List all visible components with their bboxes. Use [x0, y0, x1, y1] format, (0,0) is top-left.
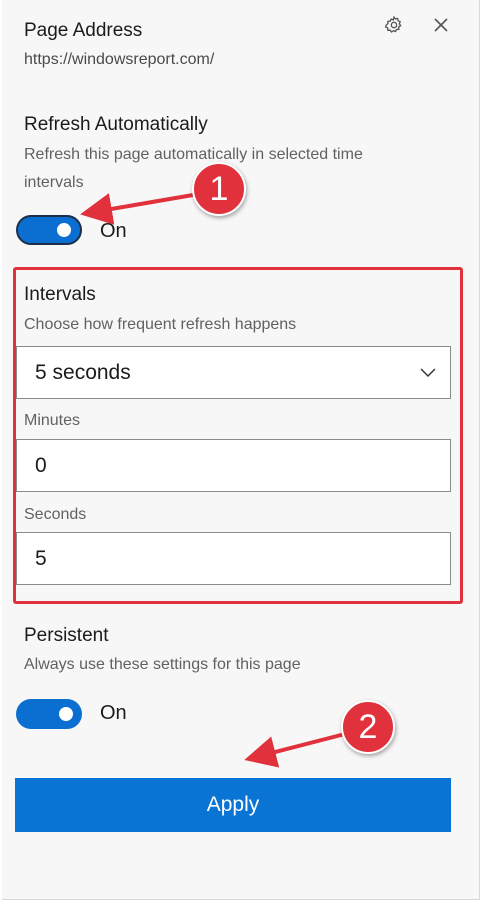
annotation-badge-2: 2 [341, 700, 395, 754]
annotation-arrows [80, 193, 346, 768]
annotation-arrow-1 [80, 193, 194, 225]
annotation-badge-1: 1 [192, 162, 246, 216]
annotation-arrow-2 [244, 732, 346, 768]
